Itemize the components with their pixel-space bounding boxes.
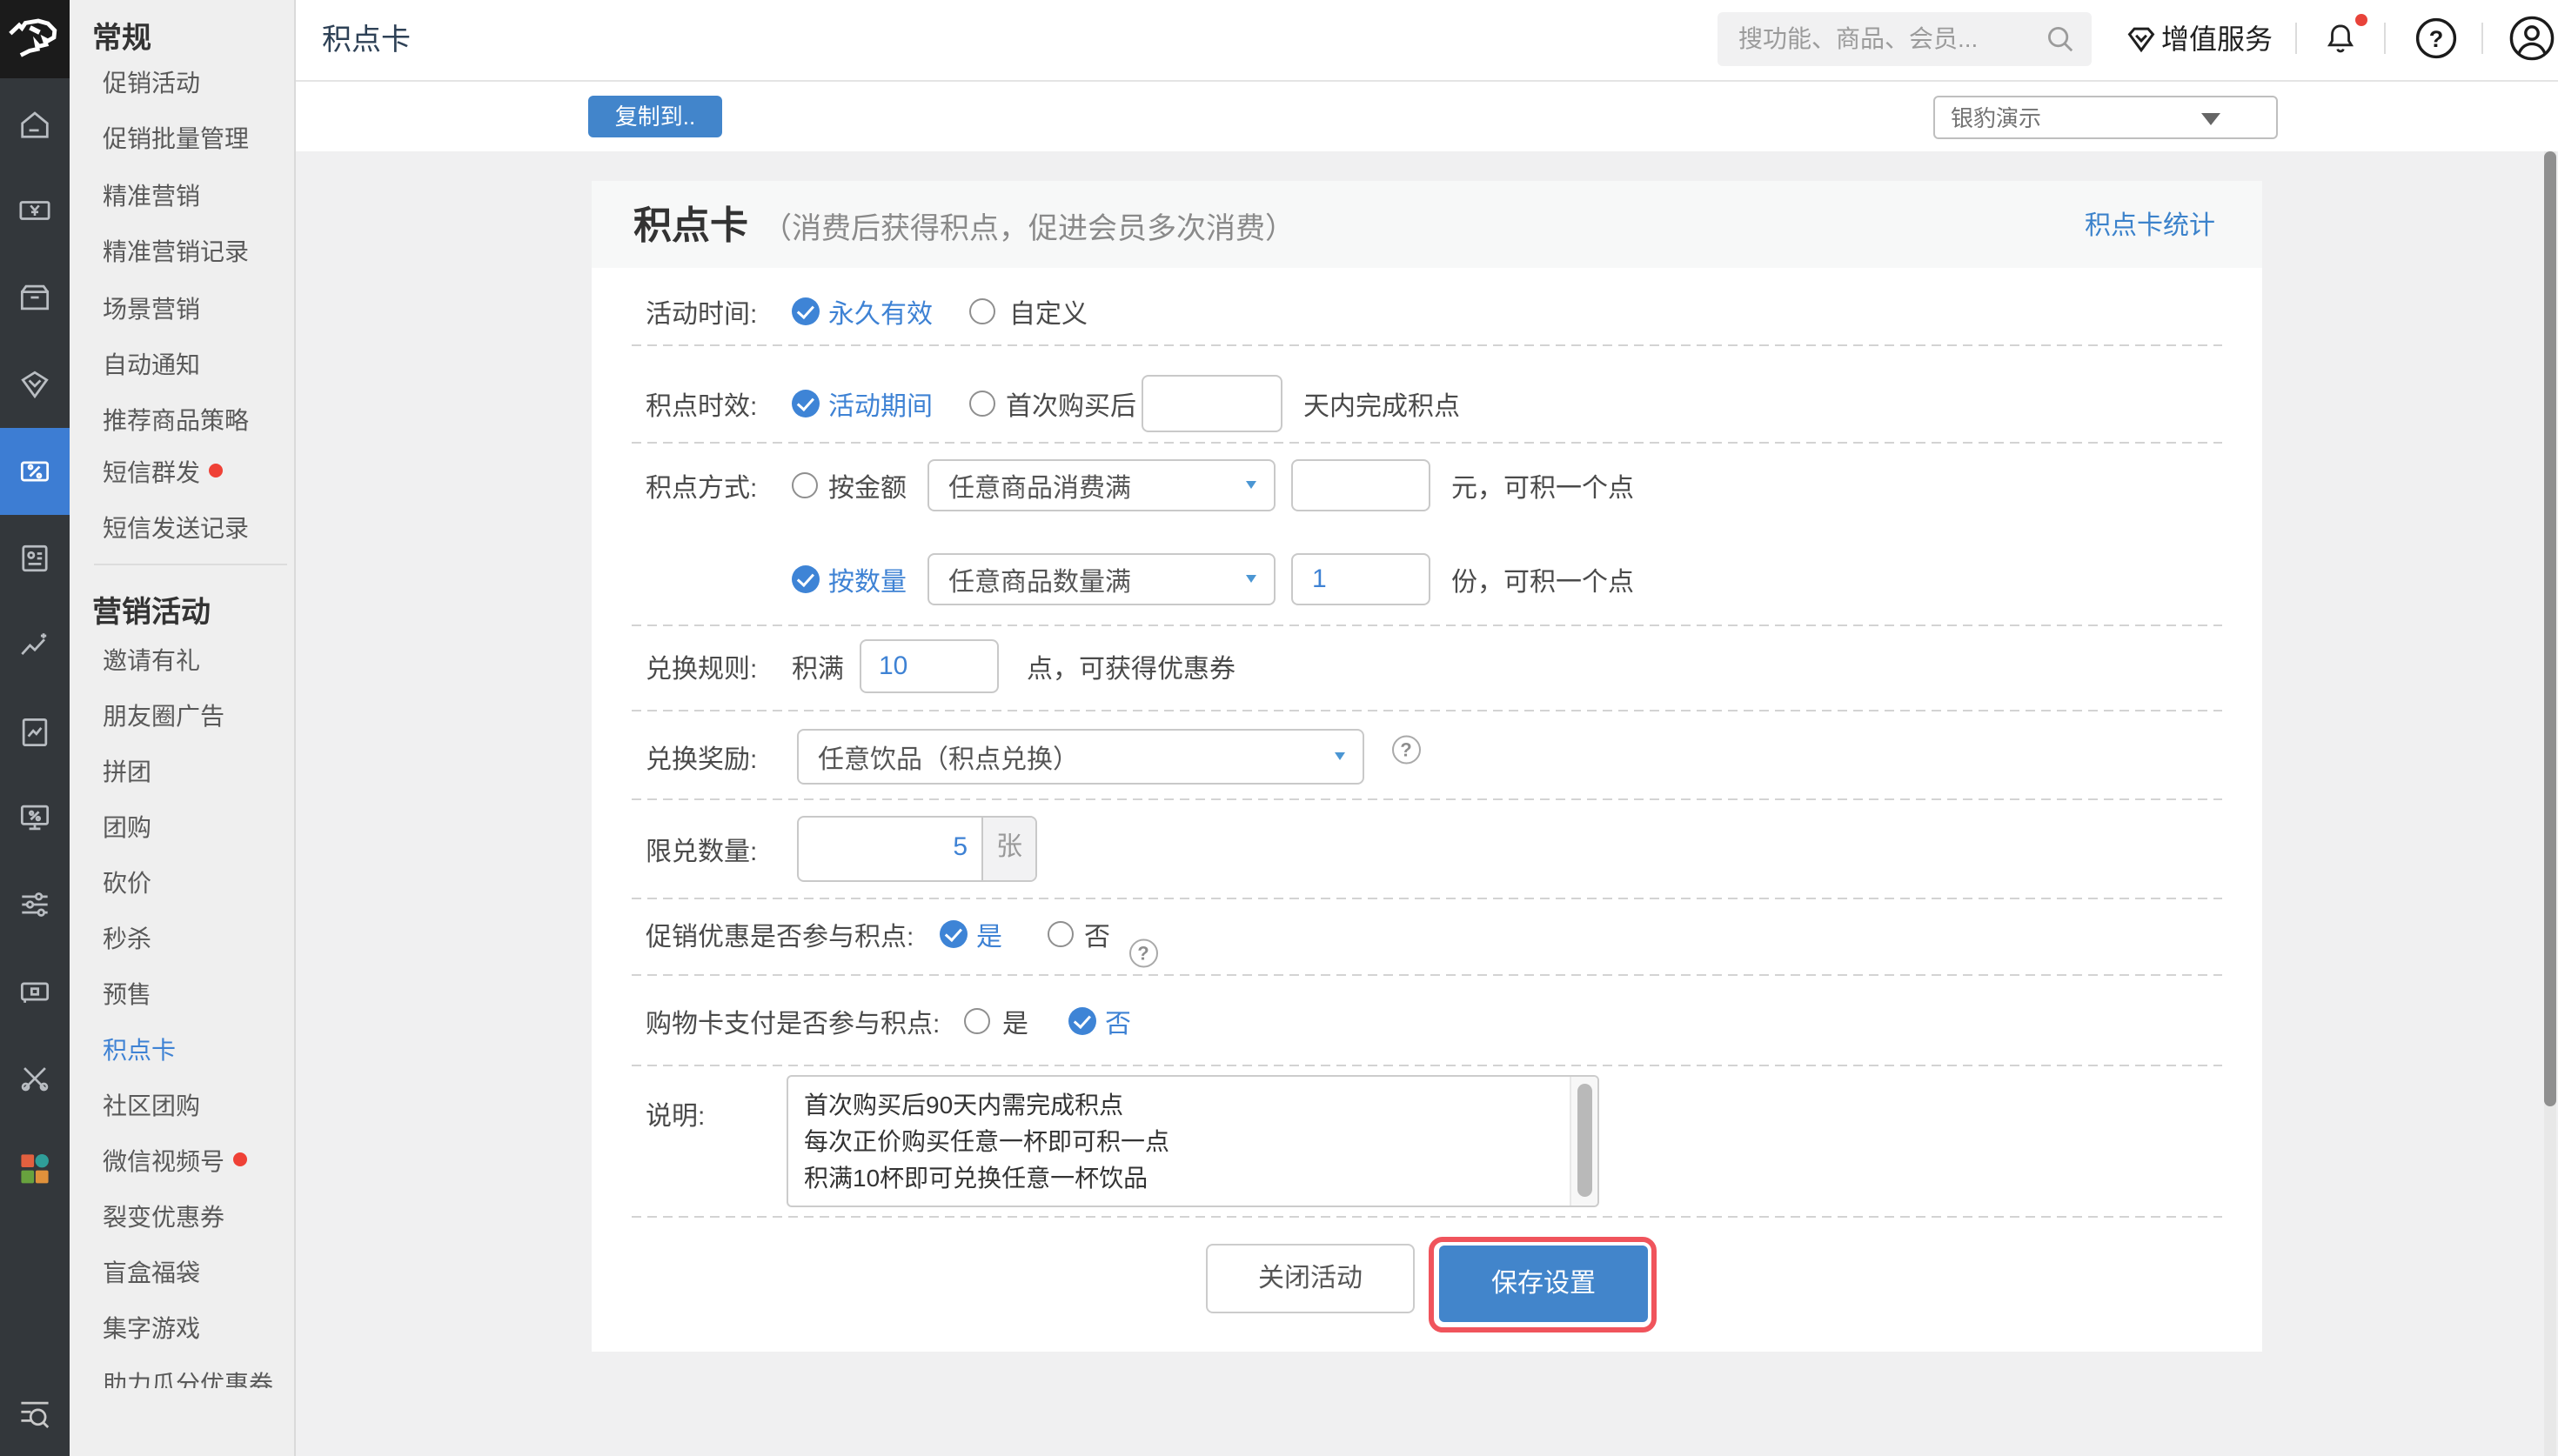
svg-text:?: ? xyxy=(2429,26,2444,52)
